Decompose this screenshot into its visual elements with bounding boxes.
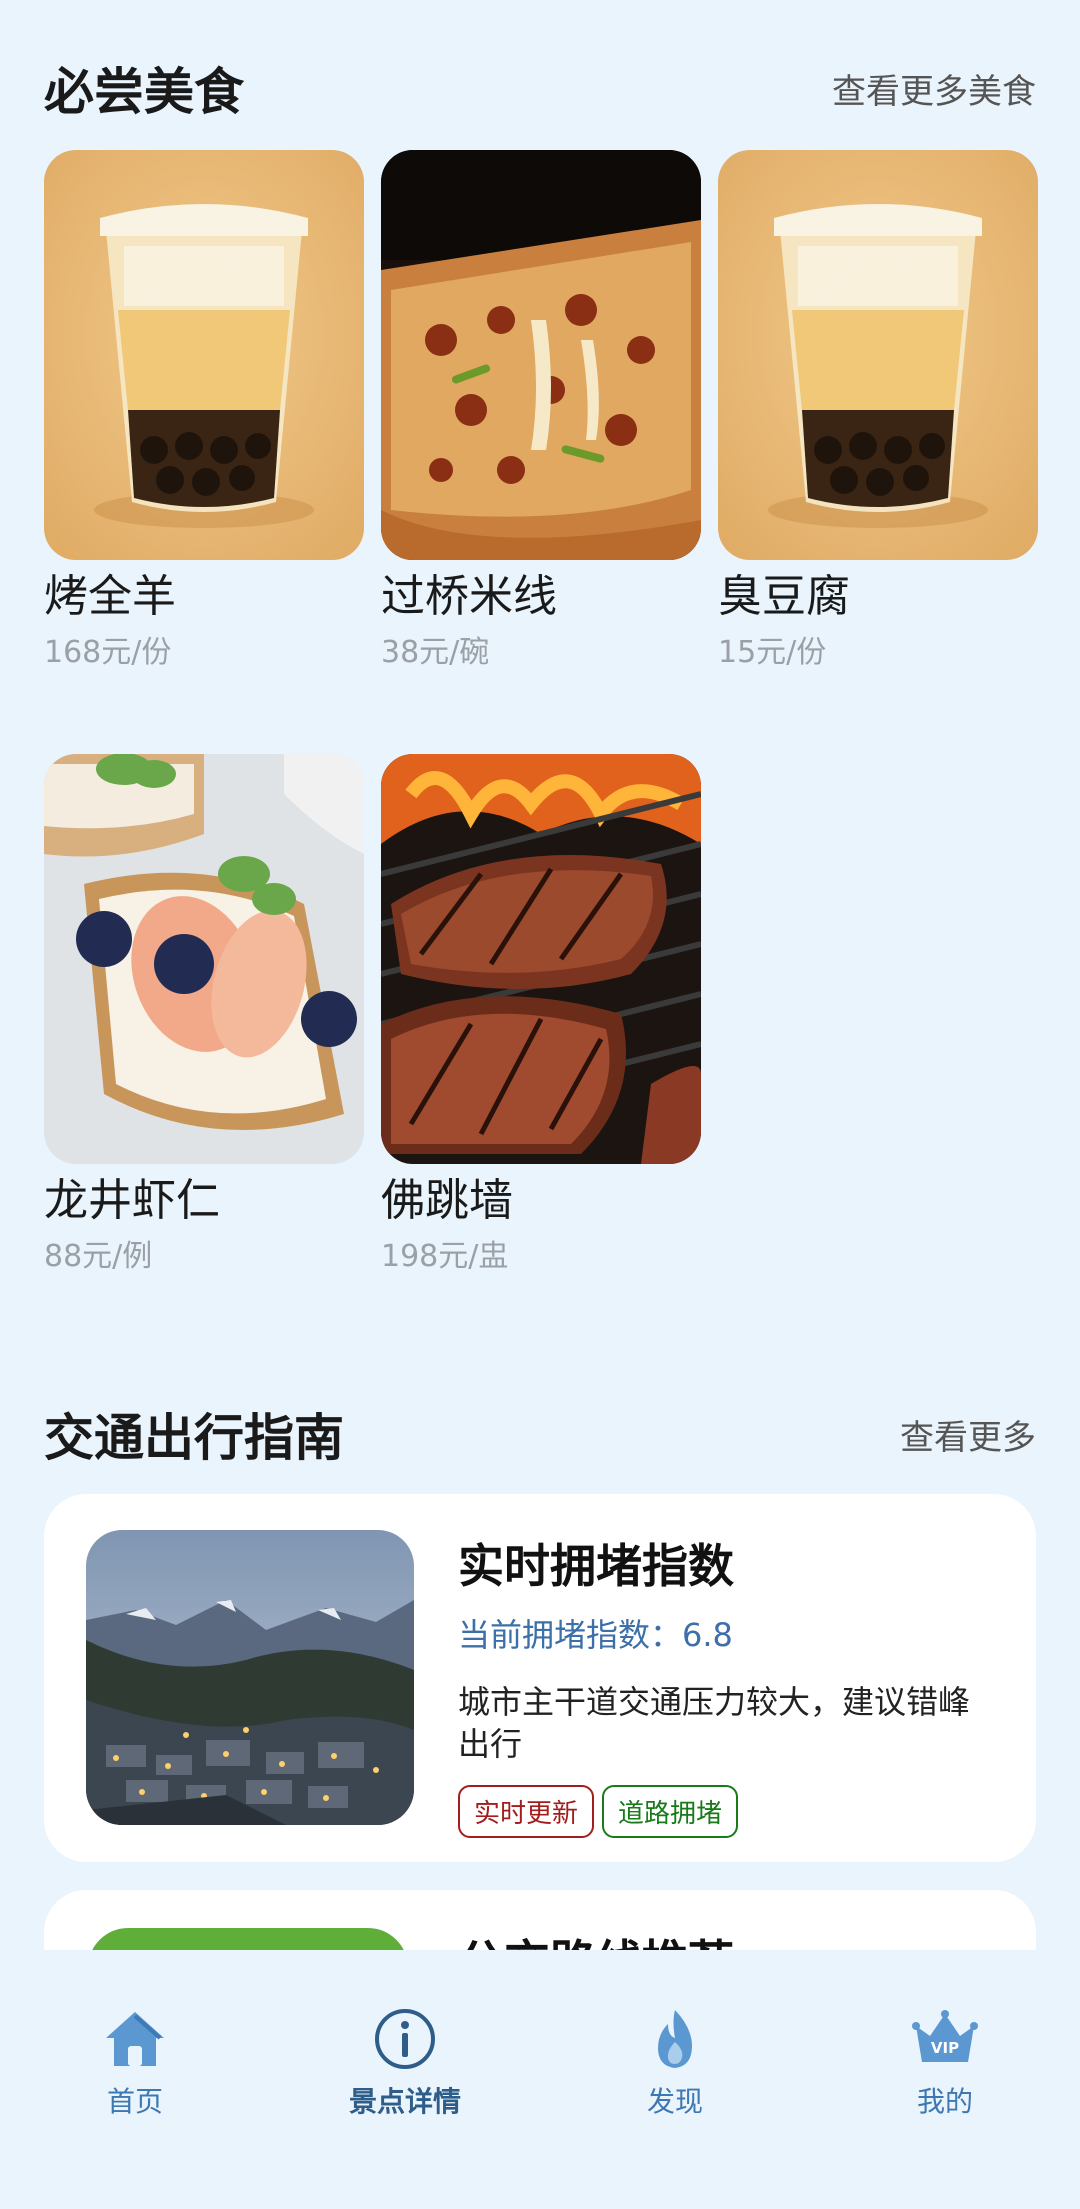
more-traffic-link[interactable]: 查看更多 — [900, 1410, 1036, 1459]
nav-label: 发现 — [646, 2085, 703, 2118]
food-price: 168元/份 — [44, 634, 172, 670]
flame-icon — [658, 2010, 692, 2068]
food-item[interactable]: 烤全羊 168元/份 — [44, 150, 364, 671]
card-body: 公交路线推荐 — [458, 1926, 1000, 1950]
bus-route-image — [88, 1928, 408, 1950]
grilled-steak-photo — [381, 754, 701, 1164]
traffic-section-header: 交通出行指南 查看更多 — [44, 1398, 1036, 1470]
more-food-link[interactable]: 查看更多美食 — [832, 64, 1036, 113]
tag-list: 实时更新 道路拥堵 — [458, 1785, 1000, 1839]
bubble-tea-photo — [718, 150, 1038, 560]
nav-item-discover[interactable]: 发现 — [575, 2006, 775, 2120]
pizza-photo — [381, 150, 701, 560]
food-section-header: 必尝美食 查看更多美食 — [44, 52, 1036, 124]
food-price: 38元/碗 — [381, 634, 490, 670]
food-item[interactable]: 臭豆腐 15元/份 — [718, 150, 1038, 671]
food-name: 佛跳墙 — [381, 1175, 513, 1226]
nav-label: 景点详情 — [348, 2085, 461, 2118]
congestion-index: 当前拥堵指数：6.8 — [458, 1616, 733, 1654]
bottom-nav: 首页 景点详情 发现 VIP 我的 — [0, 1950, 1080, 2209]
nav-label: 首页 — [106, 2085, 163, 2118]
card-clip: 公交路线推荐 — [0, 1890, 1080, 1950]
food-name: 烤全羊 — [44, 571, 176, 622]
page: 必尝美食 查看更多美食 烤全羊 168元/份 过桥米线 38元/碗 臭豆腐 15… — [0, 0, 1080, 2209]
card-description: 城市主干道交通压力较大，建议错峰出行 — [458, 1683, 971, 1763]
food-name: 臭豆腐 — [718, 571, 850, 622]
congestion-card[interactable]: 实时拥堵指数 当前拥堵指数：6.8 城市主干道交通压力较大，建议错峰出行 实时更… — [44, 1494, 1036, 1862]
food-item[interactable]: 龙井虾仁 88元/例 — [44, 754, 364, 1275]
nav-label: 我的 — [916, 2085, 973, 2118]
food-name: 龙井虾仁 — [44, 1175, 220, 1226]
traffic-section-title: 交通出行指南 — [44, 1409, 344, 1467]
tag-congestion: 道路拥堵 — [602, 1785, 739, 1839]
vip-crown-icon: VIP — [912, 2010, 978, 2062]
nav-item-details[interactable]: 景点详情 — [305, 2006, 505, 2120]
bubble-tea-photo — [44, 150, 364, 560]
tag-realtime: 实时更新 — [458, 1785, 595, 1839]
food-name: 过桥米线 — [381, 571, 557, 622]
food-price: 15元/份 — [718, 634, 827, 670]
food-item[interactable]: 佛跳墙 198元/盅 — [381, 754, 701, 1275]
info-icon — [375, 2009, 435, 2069]
nav-item-mine[interactable]: VIP 我的 — [845, 2006, 1045, 2120]
food-section-title: 必尝美食 — [44, 63, 244, 121]
peach-toast-photo — [44, 754, 364, 1164]
card-title: 实时拥堵指数 — [458, 1539, 734, 1593]
card-body: 实时拥堵指数 当前拥堵指数：6.8 城市主干道交通压力较大，建议错峰出行 实时更… — [458, 1530, 1000, 1839]
mountain-town-photo — [86, 1530, 414, 1825]
card-title: 公交路线推荐 — [458, 1926, 1000, 1950]
food-price: 198元/盅 — [381, 1238, 509, 1274]
nav-item-home[interactable]: 首页 — [35, 2006, 235, 2120]
bus-route-card[interactable]: 公交路线推荐 — [44, 1890, 1036, 1950]
home-icon — [106, 2012, 164, 2066]
food-price: 88元/例 — [44, 1238, 153, 1274]
food-item[interactable]: 过桥米线 38元/碗 — [381, 150, 701, 671]
vip-badge-text: VIP — [931, 2039, 959, 2057]
